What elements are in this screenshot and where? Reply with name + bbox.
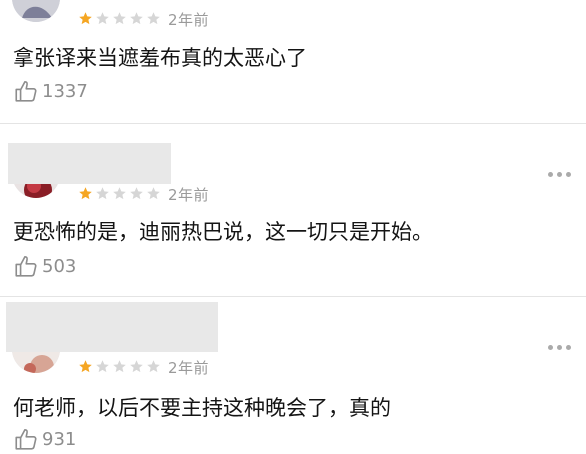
star-rating (78, 11, 161, 27)
star-empty-icon (96, 360, 109, 373)
comment-age: 2年前 (168, 11, 210, 29)
comment-text: 何老师，以后不要主持这种晚会了，真的 (13, 396, 391, 420)
dot-icon (547, 171, 553, 177)
star-empty-icon (96, 187, 109, 200)
comment-text: 拿张译来当遮羞布真的太恶心了 (13, 46, 307, 70)
more-options-button[interactable] (546, 341, 572, 353)
divider (0, 296, 586, 297)
like-button[interactable]: 931 (13, 426, 76, 452)
star-rating (78, 359, 161, 375)
thumbs-up-icon (15, 428, 37, 450)
star-empty-icon (147, 12, 160, 25)
thumbs-up-icon (15, 255, 37, 277)
like-count: 503 (42, 255, 77, 277)
star-filled-icon (79, 12, 92, 25)
star-empty-icon (130, 187, 143, 200)
star-empty-icon (113, 187, 126, 200)
star-filled-icon (79, 360, 92, 373)
star-filled-icon (79, 187, 92, 200)
star-empty-icon (96, 12, 109, 25)
username-redacted (6, 302, 218, 352)
thumbs-up-icon (15, 80, 37, 102)
dot-icon (556, 344, 562, 350)
like-count: 931 (42, 428, 77, 450)
divider (0, 123, 586, 124)
dot-icon (556, 171, 562, 177)
avatar[interactable] (12, 0, 60, 22)
comment-text: 更恐怖的是，迪丽热巴说，这一切只是开始。 (13, 220, 433, 244)
dot-icon (565, 171, 571, 177)
star-empty-icon (130, 360, 143, 373)
star-rating (78, 186, 161, 202)
like-button[interactable]: 503 (13, 253, 76, 279)
star-empty-icon (113, 12, 126, 25)
like-button[interactable]: 1337 (13, 78, 88, 104)
username-redacted (8, 143, 171, 184)
more-options-button[interactable] (546, 168, 572, 180)
like-count: 1337 (42, 80, 88, 102)
star-empty-icon (147, 360, 160, 373)
dot-icon (547, 344, 553, 350)
star-empty-icon (130, 12, 143, 25)
star-empty-icon (147, 187, 160, 200)
star-empty-icon (113, 360, 126, 373)
comment-age: 2年前 (168, 186, 210, 204)
dot-icon (565, 344, 571, 350)
comment-age: 2年前 (168, 359, 210, 377)
